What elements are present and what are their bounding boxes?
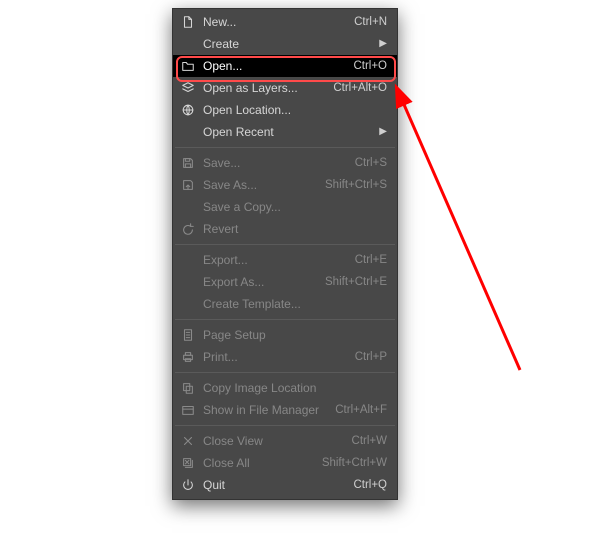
menu-item-create[interactable]: Create▶: [173, 33, 397, 55]
print-icon: [177, 350, 199, 364]
menu-item-label: Close View: [199, 434, 342, 448]
menu-item-export-as: Export As...Shift+Ctrl+E: [173, 271, 397, 293]
open-layers-icon: [177, 81, 199, 95]
file-menu[interactable]: New...Ctrl+NCreate▶Open...Ctrl+OOpen as …: [172, 8, 398, 500]
menu-item-label: New...: [199, 15, 344, 29]
globe-icon: [177, 103, 199, 117]
menu-separator: [175, 244, 395, 245]
menu-item-show-in-file-manager: Show in File ManagerCtrl+Alt+F: [173, 399, 397, 421]
menu-item-shortcut: Ctrl+P: [345, 351, 387, 363]
menu-item-close-all: Close AllShift+Ctrl+W: [173, 452, 397, 474]
menu-separator: [175, 147, 395, 148]
menu-item-open-layers[interactable]: Open as Layers...Ctrl+Alt+O: [173, 77, 397, 99]
menu-item-close-view: Close ViewCtrl+W: [173, 430, 397, 452]
menu-item-shortcut: Shift+Ctrl+S: [315, 179, 387, 191]
menu-item-label: Save...: [199, 156, 345, 170]
menu-item-shortcut: Shift+Ctrl+E: [315, 276, 387, 288]
menu-item-shortcut: Ctrl+Q: [343, 479, 387, 491]
copy-location-icon: [177, 381, 199, 395]
menu-item-open[interactable]: Open...Ctrl+O: [173, 55, 397, 77]
menu-item-save: Save...Ctrl+S: [173, 152, 397, 174]
menu-item-label: Export...: [199, 253, 345, 267]
save-as-icon: [177, 178, 199, 192]
menu-item-page-setup: Page Setup: [173, 324, 397, 346]
menu-item-copy-image-location: Copy Image Location: [173, 377, 397, 399]
menu-item-print: Print...Ctrl+P: [173, 346, 397, 368]
menu-item-label: Open...: [199, 59, 343, 73]
menu-item-shortcut: Shift+Ctrl+W: [312, 457, 387, 469]
menu-item-label: Open Recent: [199, 125, 369, 139]
menu-separator: [175, 425, 395, 426]
menu-item-label: Quit: [199, 478, 343, 492]
menu-item-label: Open Location...: [199, 103, 387, 117]
menu-item-revert: Revert: [173, 218, 397, 240]
menu-item-open-recent[interactable]: Open Recent▶: [173, 121, 397, 143]
revert-icon: [177, 222, 199, 236]
quit-icon: [177, 478, 199, 492]
chevron-right-icon: ▶: [369, 39, 387, 49]
open-folder-icon: [177, 59, 199, 73]
menu-item-label: Create Template...: [199, 297, 387, 311]
file-manager-icon: [177, 403, 199, 417]
menu-item-shortcut: Ctrl+W: [342, 435, 387, 447]
menu-item-quit[interactable]: QuitCtrl+Q: [173, 474, 397, 496]
menu-item-label: Open as Layers...: [199, 81, 323, 95]
menu-item-save-copy: Save a Copy...: [173, 196, 397, 218]
menu-item-label: Export As...: [199, 275, 315, 289]
save-icon: [177, 156, 199, 170]
menu-item-label: Save As...: [199, 178, 315, 192]
menu-item-shortcut: Ctrl+Alt+O: [323, 82, 387, 94]
menu-item-shortcut: Ctrl+E: [345, 254, 387, 266]
menu-item-label: Create: [199, 37, 369, 51]
menu-item-label: Page Setup: [199, 328, 387, 342]
menu-item-shortcut: Ctrl+O: [343, 60, 387, 72]
menu-item-create-template: Create Template...: [173, 293, 397, 315]
new-doc-icon: [177, 15, 199, 29]
chevron-right-icon: ▶: [369, 127, 387, 137]
menu-separator: [175, 319, 395, 320]
close-icon: [177, 434, 199, 448]
menu-item-label: Print...: [199, 350, 345, 364]
menu-separator: [175, 372, 395, 373]
menu-item-open-location[interactable]: Open Location...: [173, 99, 397, 121]
menu-item-label: Copy Image Location: [199, 381, 387, 395]
menu-item-label: Revert: [199, 222, 387, 236]
menu-item-label: Save a Copy...: [199, 200, 387, 214]
menu-item-label: Show in File Manager: [199, 403, 325, 417]
menu-item-shortcut: Ctrl+S: [345, 157, 387, 169]
page-setup-icon: [177, 328, 199, 342]
menu-item-new[interactable]: New...Ctrl+N: [173, 11, 397, 33]
menu-item-shortcut: Ctrl+N: [344, 16, 387, 28]
menu-item-label: Close All: [199, 456, 312, 470]
menu-item-save-as: Save As...Shift+Ctrl+S: [173, 174, 397, 196]
menu-item-export: Export...Ctrl+E: [173, 249, 397, 271]
close-all-icon: [177, 456, 199, 470]
menu-item-shortcut: Ctrl+Alt+F: [325, 404, 387, 416]
